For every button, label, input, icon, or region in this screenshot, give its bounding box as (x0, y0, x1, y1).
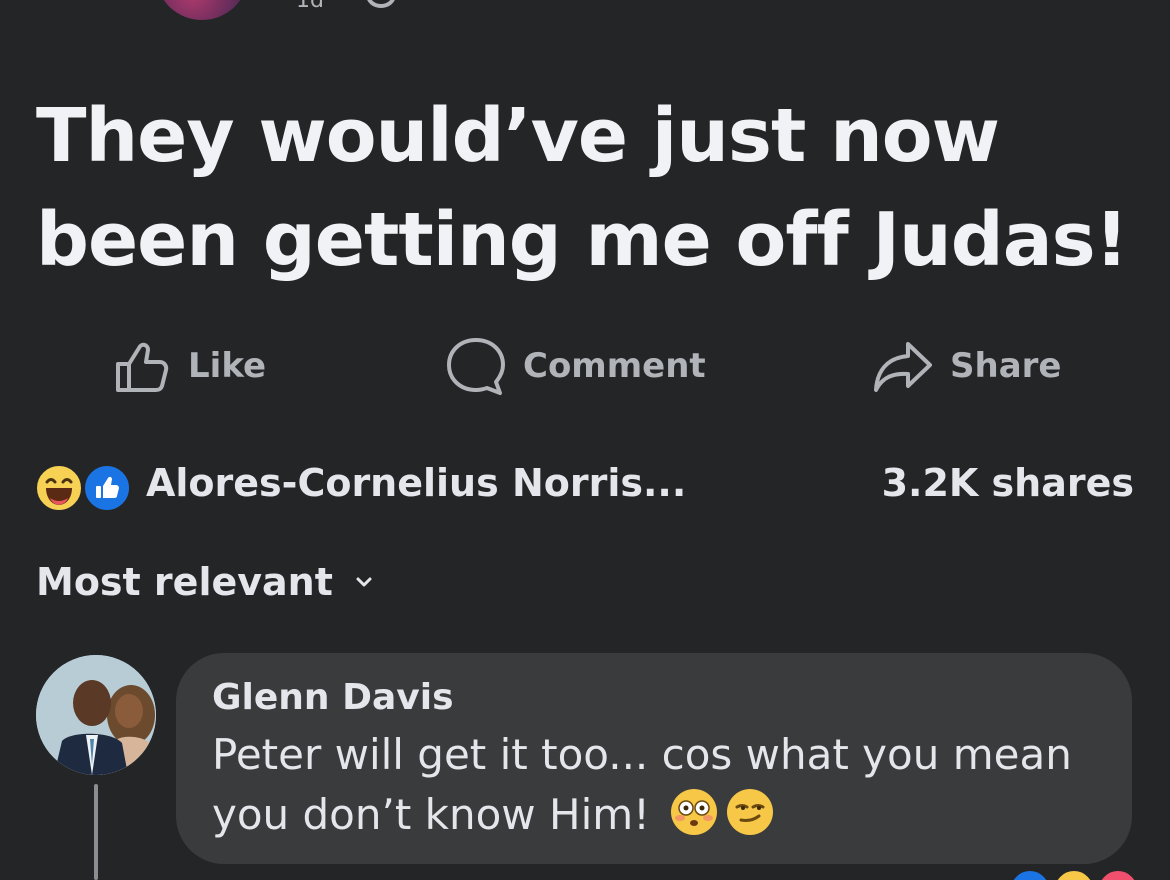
chevron-down-icon (356, 577, 372, 587)
reactions-summary[interactable]: Alores-Cornelius Norris... 3.2K shares (34, 455, 1134, 519)
post-timestamp: 1d (296, 0, 324, 13)
reaction-icons (34, 463, 134, 513)
comment-bubble[interactable]: Glenn Davis Peter will get it too... cos… (176, 653, 1132, 864)
share-count[interactable]: 3.2K shares (882, 461, 1134, 505)
haha-reaction-icon (1052, 868, 1096, 880)
comment-reactions[interactable] (1000, 868, 1170, 880)
comment-bubble-icon (447, 338, 505, 395)
comment-body: Peter will get it too... cos what you me… (212, 730, 1072, 839)
like-reaction-icon (1008, 868, 1052, 880)
post-view: 1d They would’ve just now been getting m… (0, 0, 1170, 880)
thread-line (94, 784, 98, 880)
post-text: They would’ve just now been getting me o… (36, 93, 1128, 283)
commenter-name[interactable]: Glenn Davis (212, 677, 454, 718)
thumbs-up-icon (116, 342, 169, 392)
share-label: Share (950, 346, 1062, 386)
comment-label: Comment (523, 346, 706, 386)
sort-label: Most relevant (36, 560, 333, 604)
like-label: Like (188, 346, 267, 386)
smirking-face-emoji-icon (727, 789, 774, 835)
globe-icon (366, 0, 396, 8)
share-arrow-icon (874, 342, 932, 392)
reaction-names[interactable]: Alores-Cornelius Norris... (146, 461, 686, 505)
share-button[interactable]: Share (872, 330, 1061, 402)
comment-sort-dropdown[interactable]: Most relevant (36, 560, 373, 604)
comment-button[interactable]: Comment (445, 330, 706, 402)
commenter-avatar[interactable] (36, 655, 156, 775)
love-reaction-icon (1096, 868, 1140, 880)
haha-emoji-icon (34, 463, 84, 513)
author-avatar[interactable] (156, 0, 248, 20)
comment-text: Peter will get it too... cos what you me… (212, 725, 1112, 845)
action-bar: Like Comment Share (0, 330, 1170, 402)
like-reaction-icon (82, 463, 132, 513)
like-button[interactable]: Like (112, 330, 266, 402)
flushed-face-emoji-icon (671, 789, 718, 835)
